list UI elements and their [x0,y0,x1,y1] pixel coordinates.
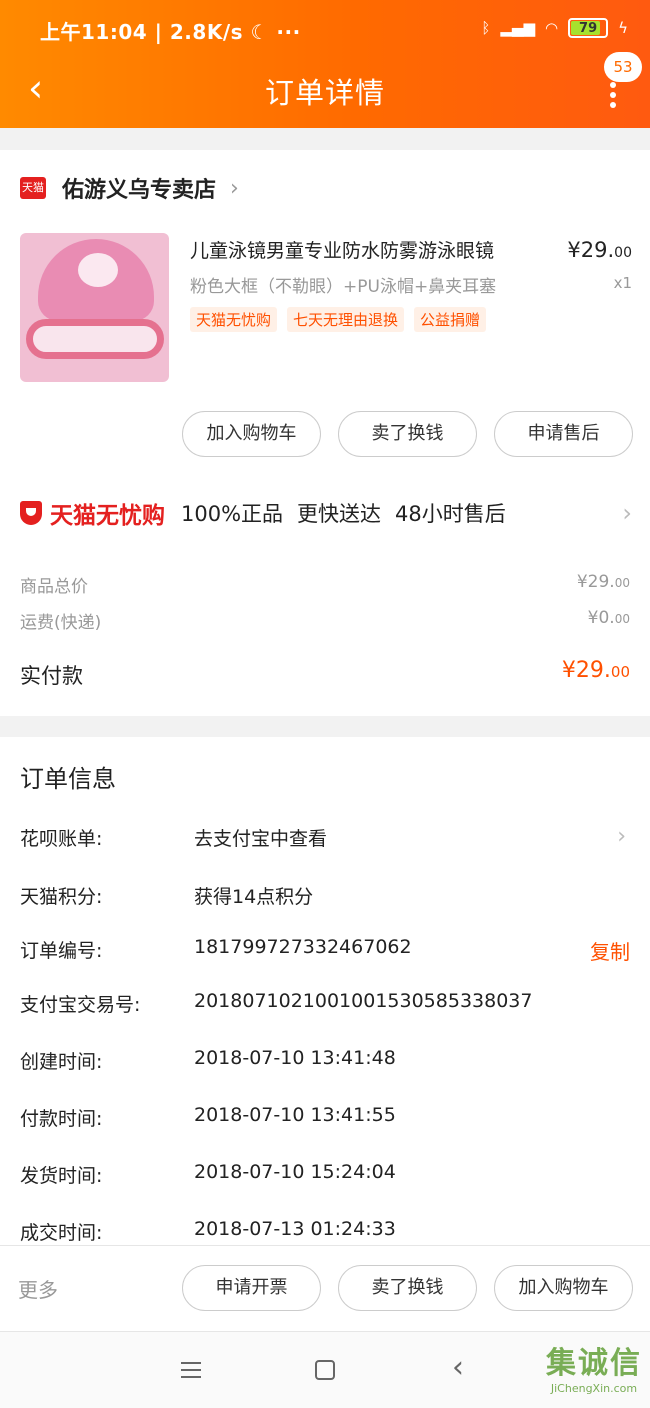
recent-apps-icon[interactable] [181,1362,201,1383]
watermark-text: 集诚信 [546,1346,642,1381]
sell-for-cash-button[interactable]: 卖了换钱 [338,411,477,457]
order-info-title: 订单信息 [20,765,116,793]
order-info-card: 订单信息 花呗账单: 去支付宝中查看 › 天猫积分: 获得14点积分 订单编号:… [0,737,650,1245]
chevron-right-icon: › [230,175,239,201]
chevron-right-icon: › [617,824,626,849]
tmall-logo-icon: 天猫 [20,177,46,199]
watermark-logo: 集诚信 JiChengXin.com [546,1338,642,1395]
battery-icon: 79 [568,18,609,38]
charging-icon: ϟ [618,19,628,37]
row-value: 2018-07-10 13:41:48 [194,1047,396,1069]
more-button[interactable]: 更多 [18,1274,58,1303]
row-value: 2018-07-10 13:41:55 [194,1104,396,1126]
service-tag: 七天无理由退换 [287,307,405,332]
row-key: 花呗账单: [20,828,103,850]
add-to-cart-button[interactable]: 加入购物车 [182,411,321,457]
wuyou-feature: 48小时售后 [395,502,506,526]
product-image[interactable] [20,233,169,382]
created-time-row: 创建时间: 2018-07-10 13:41:48 [20,1047,630,1077]
page-title: 订单详情 [264,76,385,110]
row-value: 2018071021001001530585338037 [194,990,533,1012]
completed-time-row: 成交时间: 2018-07-13 01:24:33 [20,1218,630,1245]
shipping-label: 运费(快递) [20,613,102,633]
status-bar-icons: ᛒ ▂▄▆ ◠ 79 ϟ [481,18,628,38]
row-key: 发货时间: [20,1165,103,1187]
wuyou-brand: 天猫无忧购 [50,503,165,529]
add-to-cart-button[interactable]: 加入购物车 [494,1265,633,1311]
wifi-icon: ◠ [545,19,559,37]
total-price-label: 商品总价 [20,577,88,597]
order-number-row: 订单编号: 181799727332467062 复制 [20,936,630,966]
sell-for-cash-button[interactable]: 卖了换钱 [338,1265,477,1311]
huabei-bill-row[interactable]: 花呗账单: 去支付宝中查看 › [20,824,630,854]
service-tags: 天猫无忧购 七天无理由退换 公益捐赠 [190,307,487,332]
more-menu-icon[interactable] [610,82,616,112]
app-header: 上午11:04 | 2.8K/s ☾ ··· ᛒ ▂▄▆ ◠ 79 ϟ ‹ 订单… [0,0,650,128]
row-key: 付款时间: [20,1108,103,1130]
service-tag: 天猫无忧购 [190,307,278,332]
copy-button[interactable]: 复制 [590,936,630,965]
battery-level: 79 [579,20,598,36]
bottom-buttons: 申请开票 卖了换钱 加入购物车 [182,1265,633,1311]
shipped-time-row: 发货时间: 2018-07-10 15:24:04 [20,1161,630,1191]
status-bar-time: 上午11:04 | 2.8K/s ☾ ··· [40,20,301,44]
wuyou-feature: 100%正品 [181,502,284,526]
bottom-action-bar: 更多 申请开票 卖了换钱 加入购物车 [0,1245,650,1331]
shipping-value: ¥0.00 [587,608,630,628]
system-nav-bar: ‹ 集诚信 JiChengXin.com [0,1331,650,1408]
wuyou-feature: 更快送达 [297,502,382,526]
product-quantity: x1 [613,274,632,292]
home-icon[interactable] [315,1360,335,1380]
row-value: 2018-07-13 01:24:33 [194,1218,396,1240]
tmall-wuyou-banner[interactable]: 天猫无忧购 100%正品 更快送达 48小时售后 › [20,496,632,530]
row-value: 去支付宝中查看 [194,828,328,850]
alipay-trade-row: 支付宝交易号: 2018071021001001530585338037 [20,990,630,1020]
row-value: 2018-07-10 15:24:04 [194,1161,396,1183]
shop-link[interactable]: 天猫 佑游义乌专卖店 › [20,172,239,204]
service-tag: 公益捐赠 [414,307,487,332]
nav-back-icon[interactable]: ‹ [452,1350,464,1385]
product-sku: 粉色大框（不勒眼）+PU泳帽+鼻夹耳塞 [190,277,497,297]
row-key: 成交时间: [20,1222,103,1244]
chevron-right-icon: › [622,499,632,527]
request-invoice-button[interactable]: 申请开票 [182,1265,321,1311]
paid-value: ¥29.00 [561,658,630,683]
watermark-subtext: JiChengXin.com [550,1382,638,1395]
product-name[interactable]: 儿童泳镜男童专业防水防雾游泳眼镜 [190,236,494,263]
row-key: 创建时间: [20,1051,103,1073]
paid-time-row: 付款时间: 2018-07-10 13:41:55 [20,1104,630,1134]
signal-icon: ▂▄▆ [500,19,535,37]
message-count-badge[interactable]: 53 [604,52,642,82]
row-key: 订单编号: [20,940,103,962]
shield-icon [20,501,42,525]
bluetooth-icon: ᛒ [481,19,491,37]
row-key: 支付宝交易号: [20,994,141,1016]
product-price: ¥29.00 [567,238,632,262]
row-value: 获得14点积分 [194,886,314,908]
item-actions: 加入购物车 卖了换钱 申请售后 [182,411,633,457]
row-key: 天猫积分: [20,886,103,908]
paid-label: 实付款 [20,664,83,688]
after-sales-button[interactable]: 申请售后 [494,411,633,457]
shop-name: 佑游义乌专卖店 [62,178,217,203]
points-row: 天猫积分: 获得14点积分 [20,882,630,912]
total-price-value: ¥29.00 [576,572,630,592]
order-item-card: 天猫 佑游义乌专卖店 › 儿童泳镜男童专业防水防雾游泳眼镜 粉色大框（不勒眼）+… [0,150,650,716]
row-value: 181799727332467062 [194,936,412,958]
